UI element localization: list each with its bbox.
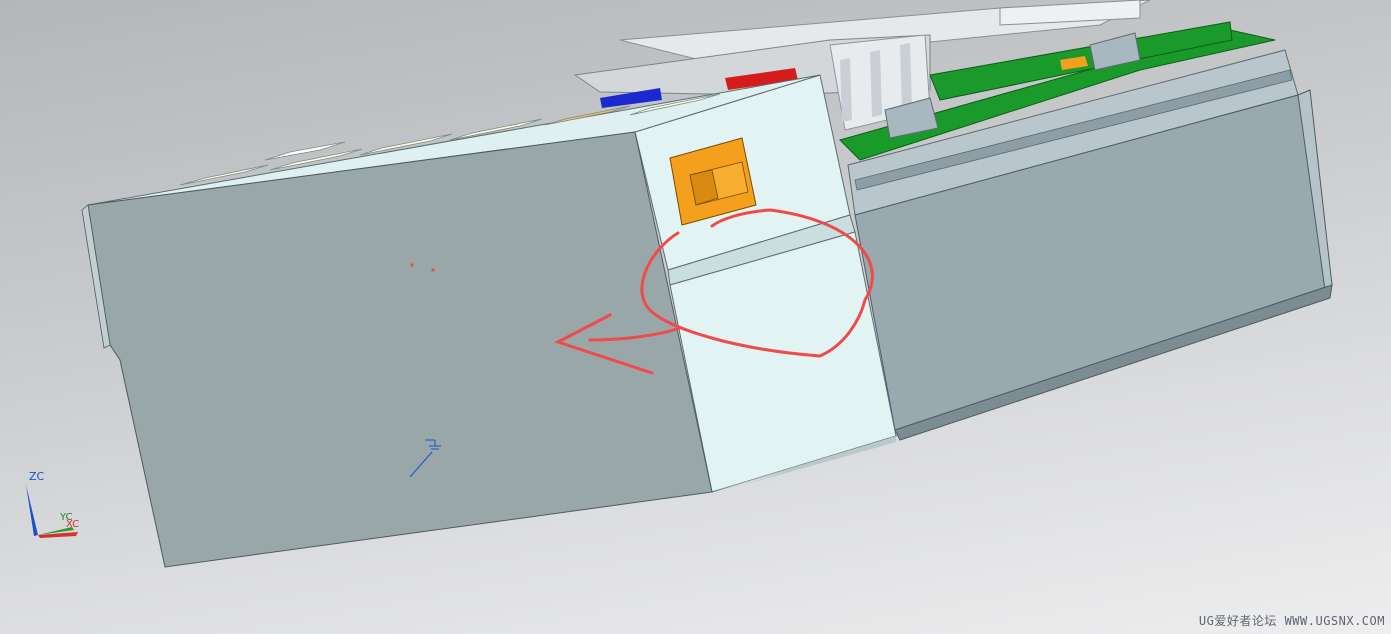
cad-viewport[interactable]: ZC YC XC UG爱好者论坛 WWW.UGSNX.COM xyxy=(0,0,1391,634)
watermark-text: UG爱好者论坛 WWW.UGSNX.COM xyxy=(1198,614,1385,628)
axis-x-label: XC xyxy=(66,519,80,530)
model-scene[interactable] xyxy=(0,0,1391,634)
housing-front-face xyxy=(81,131,713,568)
axis-z-label: ZC xyxy=(29,470,45,483)
